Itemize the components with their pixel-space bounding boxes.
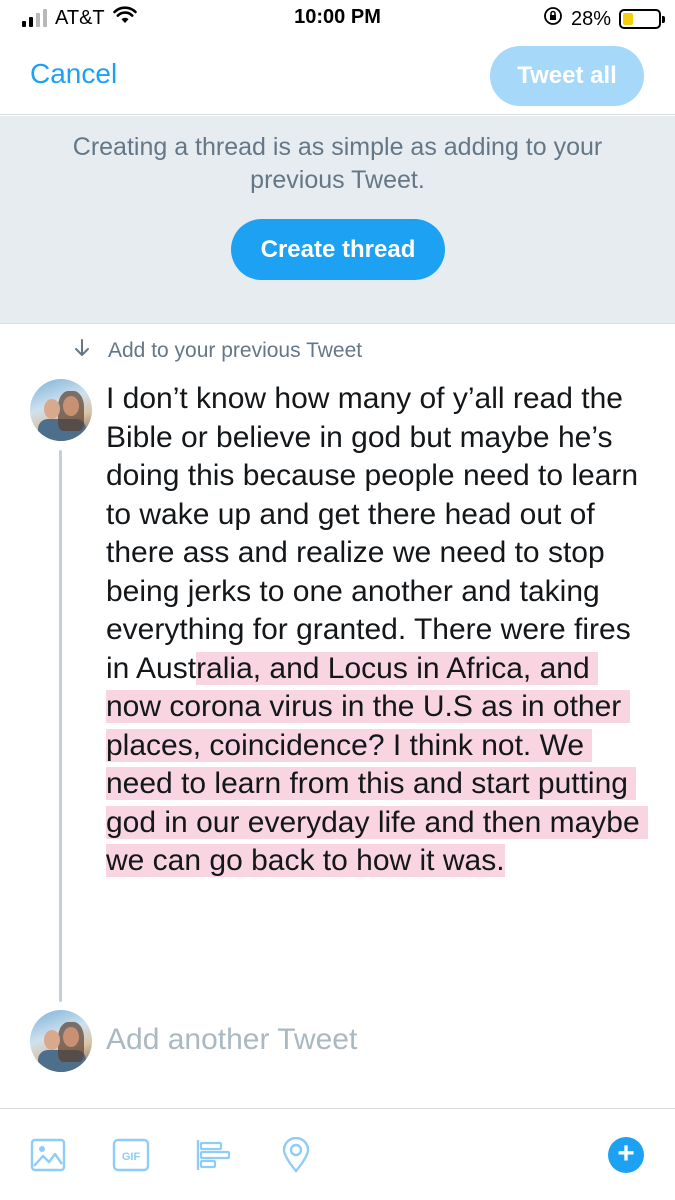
status-bar: AT&T 10:00 PM 28%: [0, 0, 675, 40]
status-right: 28%: [543, 6, 665, 32]
create-thread-button[interactable]: Create thread: [231, 219, 445, 280]
tweet-text-highlighted: ralia, and Locus in Africa, and now coro…: [106, 651, 649, 877]
add-to-previous-label: Add to your previous Tweet: [108, 339, 363, 362]
thread-connector-line: [59, 450, 62, 1002]
battery-percent: 28%: [570, 7, 611, 30]
tweet-all-button[interactable]: Tweet all: [490, 46, 644, 106]
orientation-lock-icon: [543, 6, 563, 32]
battery-fill: [623, 13, 633, 25]
arrow-down-icon: [74, 338, 90, 364]
image-icon[interactable]: [30, 1137, 66, 1173]
location-icon[interactable]: [280, 1137, 312, 1173]
compose-header: Cancel Tweet all: [0, 40, 675, 115]
gif-label: GIF: [122, 1151, 141, 1163]
battery-icon: [619, 9, 665, 29]
cancel-button[interactable]: Cancel: [30, 58, 117, 90]
add-to-previous[interactable]: Add to your previous Tweet: [74, 338, 362, 364]
tweet-text-plain: I don’t know how many of y’all read the …: [106, 382, 647, 685]
avatar-next: [30, 1010, 92, 1072]
thread-banner: Creating a thread is as simple as adding…: [0, 116, 675, 324]
add-another-tweet-input[interactable]: Add another Tweet: [106, 1023, 357, 1057]
banner-text: Creating a thread is as simple as adding…: [72, 133, 603, 194]
compose-toolbar: GIF: [0, 1108, 675, 1200]
tweet-text-field[interactable]: I don’t know how many of y’all read the …: [106, 380, 651, 881]
poll-icon[interactable]: [195, 1137, 231, 1173]
gif-icon[interactable]: GIF: [112, 1137, 150, 1173]
avatar[interactable]: [30, 379, 92, 441]
add-tweet-button[interactable]: +: [608, 1137, 644, 1173]
